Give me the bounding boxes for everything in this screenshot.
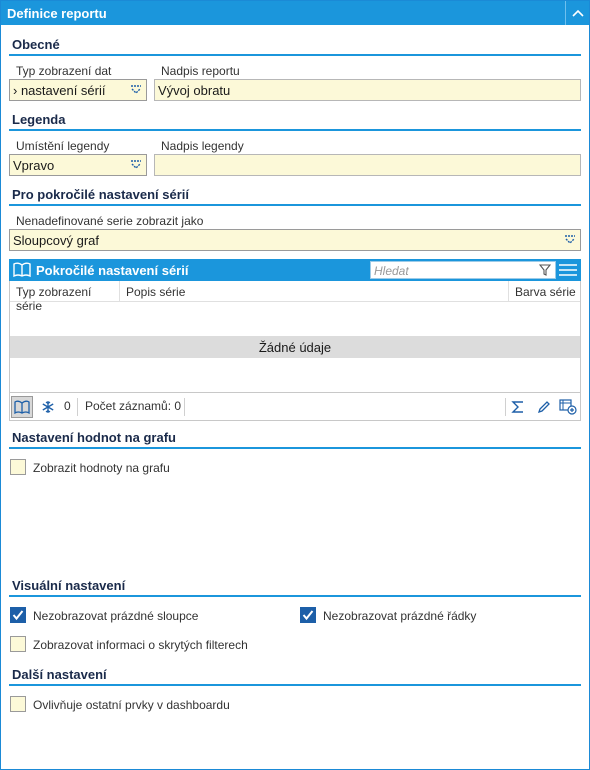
section-divider [9,684,581,686]
chevron-down-icon [131,160,141,169]
legend-caption-label: Nadpis legendy [161,139,244,153]
section-visual-heading: Visuální nastavení [12,578,126,593]
undefined-series-select[interactable]: Sloupcový graf [9,229,581,251]
record-count: Počet záznamů: 0 [85,399,182,413]
legend-position-value: Vpravo [13,158,55,173]
chevron-down-icon [131,85,141,94]
display-type-value: › nastavení sérií [13,83,106,98]
show-hidden-filters-checkbox[interactable] [10,636,26,652]
section-legend-heading: Legenda [12,112,66,127]
chevron-up-icon [571,9,584,17]
add-table-icon [559,399,577,415]
affects-dashboard-label: Ovlivňuje ostatní prvky v dashboardu [33,698,230,712]
snowflake-icon [42,401,54,413]
undefined-series-value: Sloupcový graf [13,233,99,248]
footer-divider [505,398,506,416]
column-header[interactable]: Typ zobrazení série [10,281,120,313]
hide-empty-rows-label: Nezobrazovat prázdné řádky [323,609,477,623]
filter-icon[interactable] [539,264,551,276]
checkmark-icon [12,610,24,621]
series-grid-header: Pokročilé nastavení sérií Hledat [9,259,581,281]
grid-menu-button[interactable] [557,260,579,280]
freeze-button[interactable] [37,396,59,418]
panel-titlebar: Definice reportu [1,1,589,25]
column-header[interactable]: Barva série [509,281,580,302]
section-divider [9,595,581,597]
frozen-count: 0 [64,399,71,413]
show-values-label: Zobrazit hodnoty na grafu [33,461,170,475]
book-view-button[interactable] [11,396,33,418]
legend-position-select[interactable]: Vpravo [9,154,147,176]
chevron-down-icon [565,235,575,244]
legend-position-label: Umístění legendy [16,139,110,153]
edit-button[interactable] [533,396,555,418]
show-values-checkbox[interactable] [10,459,26,475]
report-caption-label: Nadpis reportu [161,64,240,78]
sum-button[interactable] [507,396,529,418]
section-other-heading: Další nastavení [12,667,107,682]
hide-empty-columns-label: Nezobrazovat prázdné sloupce [33,609,199,623]
hamburger-menu-icon [559,264,577,276]
add-record-button[interactable] [557,396,579,418]
search-placeholder: Hledat [374,264,409,278]
section-advanced-heading: Pro pokročilé nastavení sérií [12,187,190,202]
section-divider [9,204,581,206]
book-icon [14,400,30,414]
display-type-label: Typ zobrazení dat [16,64,112,78]
grid-footer: 0 Počet záznamů: 0 [10,392,580,420]
empty-grid-message: Žádné údaje [10,336,580,358]
panel-title: Definice reportu [7,6,107,21]
show-hidden-filters-label: Zobrazovat informaci o skrytých filterec… [33,638,248,652]
checkmark-icon [302,610,314,621]
pencil-icon [537,401,550,414]
section-divider [9,447,581,449]
affects-dashboard-checkbox[interactable] [10,696,26,712]
collapse-button[interactable] [565,1,589,25]
column-header[interactable]: Popis série [120,281,509,302]
report-caption-input[interactable]: Vývoj obratu [154,79,581,101]
display-type-select[interactable]: › nastavení sérií [9,79,147,101]
section-chart-values-heading: Nastavení hodnot na grafu [12,430,176,445]
hide-empty-rows-checkbox[interactable] [300,607,316,623]
footer-divider [77,398,78,416]
section-general-heading: Obecné [12,37,60,52]
grid-search-input[interactable]: Hledat [370,261,556,279]
section-divider [9,54,581,56]
series-grid: Typ zobrazení série Popis série Barva sé… [9,281,581,421]
undefined-series-label: Nenadefinované serie zobrazit jako [16,214,204,228]
legend-caption-input[interactable] [154,154,581,176]
sigma-icon [511,401,523,413]
report-definition-panel: Definice reportu Obecné Typ zobrazení da… [0,0,590,770]
footer-divider [184,398,185,416]
series-grid-title: Pokročilé nastavení sérií [36,263,189,278]
hide-empty-columns-checkbox[interactable] [10,607,26,623]
book-icon [13,262,31,278]
section-divider [9,129,581,131]
